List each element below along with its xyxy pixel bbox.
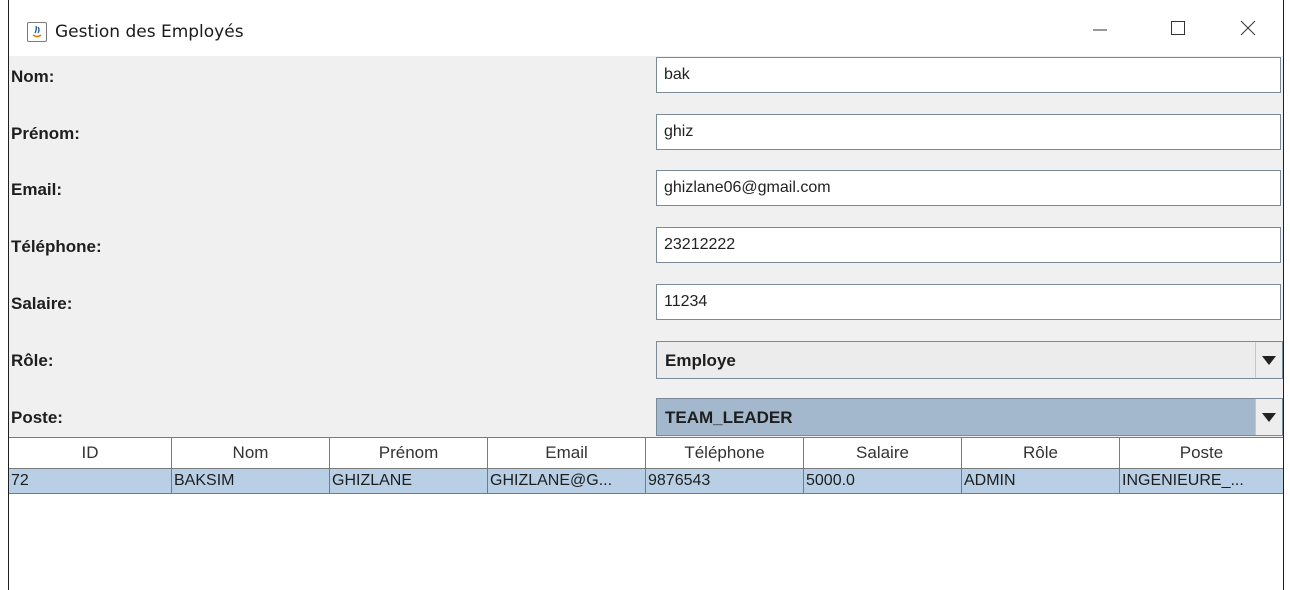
nom-label: Nom:	[11, 67, 55, 86]
triangle-down-icon	[1262, 355, 1276, 365]
form-row-poste: Poste: TEAM_LEADER	[9, 398, 1283, 436]
close-icon	[1240, 20, 1256, 36]
close-button[interactable]	[1219, 0, 1277, 56]
salaire-label: Salaire:	[11, 294, 73, 313]
maximize-icon	[1171, 21, 1185, 35]
prenom-input[interactable]	[656, 114, 1281, 150]
poste-combobox[interactable]: TEAM_LEADER	[656, 398, 1283, 436]
poste-label: Poste:	[11, 408, 63, 427]
cell-id[interactable]: 72	[9, 469, 172, 493]
employee-window: Gestion des Employés Nom: Prénom: Email:…	[8, 0, 1284, 590]
nom-input[interactable]	[656, 57, 1281, 93]
column-header-poste[interactable]: Poste	[1120, 438, 1283, 468]
cell-salaire[interactable]: 5000.0	[804, 469, 962, 493]
form-row-email: Email:	[9, 170, 1283, 208]
window-title: Gestion des Employés	[55, 22, 244, 42]
form-row-role: Rôle: Employe	[9, 341, 1283, 379]
role-combobox[interactable]: Employe	[656, 341, 1283, 379]
form-row-nom: Nom:	[9, 57, 1283, 95]
form-row-prenom: Prénom:	[9, 114, 1283, 152]
cell-poste[interactable]: INGENIEURE_...	[1120, 469, 1283, 493]
email-label: Email:	[11, 180, 63, 199]
minimize-icon	[1093, 29, 1107, 31]
form-row-telephone: Téléphone:	[9, 227, 1283, 265]
poste-selected-value: TEAM_LEADER	[665, 408, 793, 427]
telephone-label: Téléphone:	[11, 237, 102, 256]
column-header-salaire[interactable]: Salaire	[804, 438, 962, 468]
cell-role[interactable]: ADMIN	[962, 469, 1120, 493]
table-header: ID Nom Prénom Email Téléphone Salaire Rô…	[9, 437, 1283, 469]
minimize-button[interactable]	[1071, 0, 1129, 56]
role-dropdown-button[interactable]	[1255, 342, 1282, 378]
employees-table[interactable]: ID Nom Prénom Email Téléphone Salaire Rô…	[9, 437, 1283, 590]
column-header-telephone[interactable]: Téléphone	[646, 438, 804, 468]
java-app-icon	[27, 22, 47, 42]
cell-telephone[interactable]: 9876543	[646, 469, 804, 493]
prenom-label: Prénom:	[11, 124, 80, 143]
maximize-button[interactable]	[1149, 0, 1207, 56]
role-label: Rôle:	[11, 351, 54, 370]
column-header-id[interactable]: ID	[9, 438, 172, 468]
cell-email[interactable]: GHIZLANE@G...	[488, 469, 646, 493]
title-bar[interactable]: Gestion des Employés	[9, 0, 1283, 56]
cell-nom[interactable]: BAKSIM	[172, 469, 330, 493]
column-header-prenom[interactable]: Prénom	[330, 438, 488, 468]
column-header-nom[interactable]: Nom	[172, 438, 330, 468]
triangle-down-icon	[1262, 412, 1276, 422]
poste-dropdown-button[interactable]	[1255, 399, 1282, 435]
email-input[interactable]	[656, 170, 1281, 206]
form-row-salaire: Salaire:	[9, 284, 1283, 322]
telephone-input[interactable]	[656, 227, 1281, 263]
cell-prenom[interactable]: GHIZLANE	[330, 469, 488, 493]
role-selected-value: Employe	[665, 351, 736, 370]
column-header-role[interactable]: Rôle	[962, 438, 1120, 468]
salaire-input[interactable]	[656, 284, 1281, 320]
column-header-email[interactable]: Email	[488, 438, 646, 468]
table-row[interactable]: 72 BAKSIM GHIZLANE GHIZLANE@G... 9876543…	[9, 469, 1283, 494]
